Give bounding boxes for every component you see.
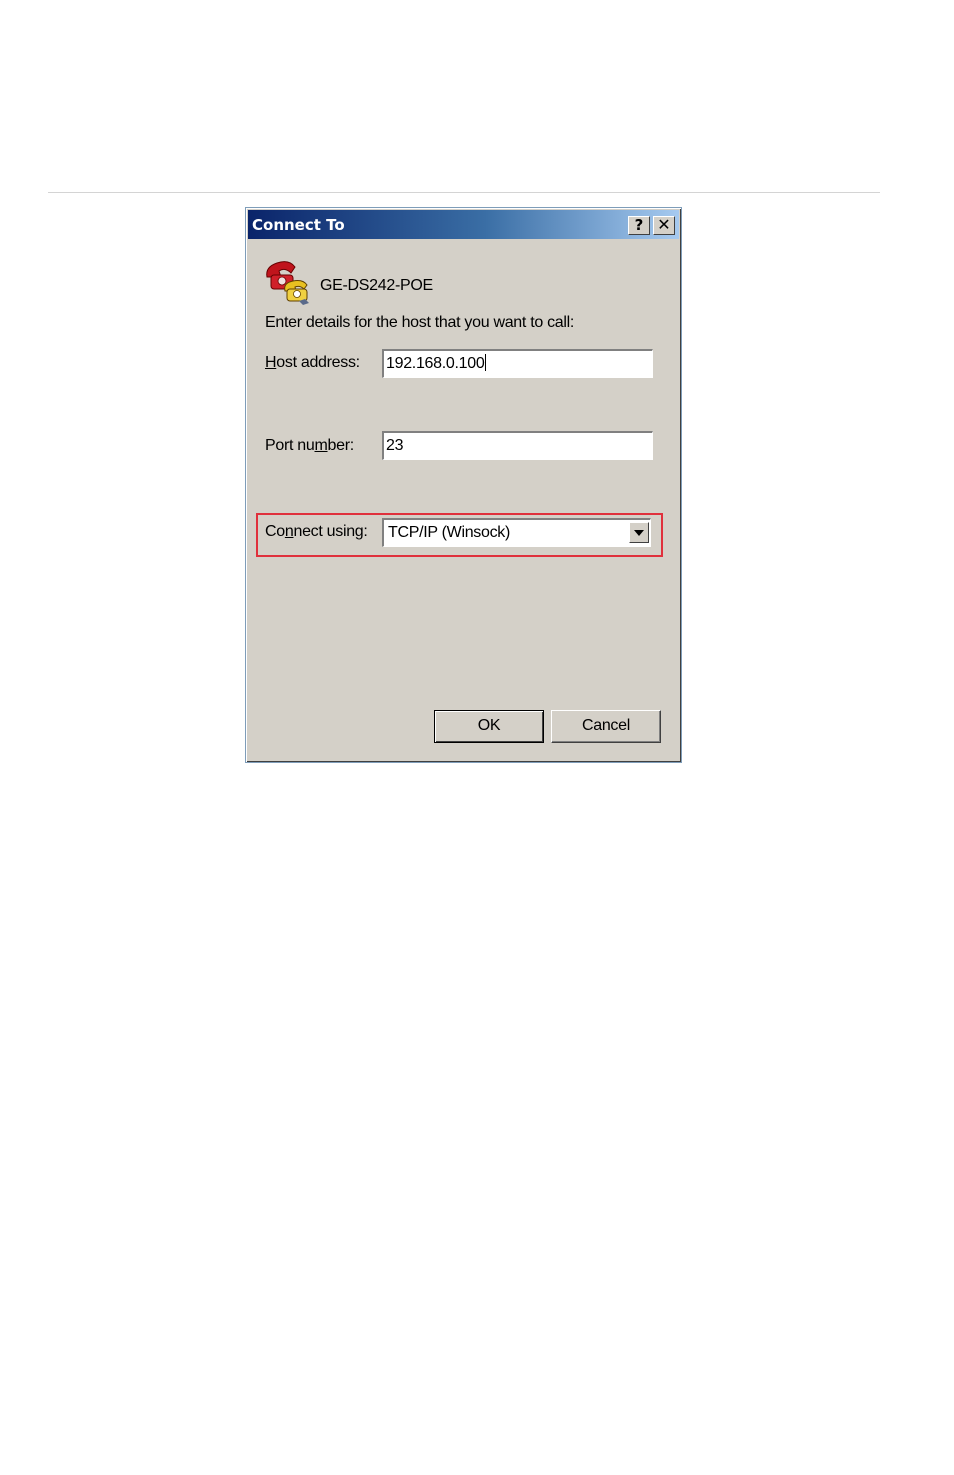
port-number-input[interactable]: 23	[382, 431, 653, 460]
ok-button[interactable]: OK	[434, 710, 544, 743]
connect-using-select[interactable]: TCP/IP (Winsock)	[382, 518, 651, 547]
port-number-label: Port number:	[265, 437, 354, 454]
connection-name: GE-DS242-POE	[320, 277, 433, 294]
host-address-input[interactable]: 192.168.0.100	[382, 349, 653, 378]
help-button[interactable]: ?	[628, 216, 650, 235]
close-button[interactable]: ✕	[653, 216, 675, 235]
title-bar[interactable]: Connect To ? ✕	[248, 210, 679, 239]
connect-using-value: TCP/IP (Winsock)	[388, 524, 511, 541]
dialog-title: Connect To	[252, 216, 345, 234]
connect-to-dialog: Connect To ? ✕ GE-DS242-POE Enter detail…	[245, 207, 682, 763]
cancel-button[interactable]: Cancel	[551, 710, 661, 743]
host-address-label: Host address:	[265, 354, 360, 371]
connect-using-label: Connect using:	[265, 523, 368, 540]
text-caret	[485, 354, 487, 371]
chevron-down-icon[interactable]	[629, 522, 649, 543]
phone-connection-icon	[266, 261, 309, 305]
page-divider	[48, 192, 880, 193]
instructions-text: Enter details for the host that you want…	[265, 314, 575, 331]
